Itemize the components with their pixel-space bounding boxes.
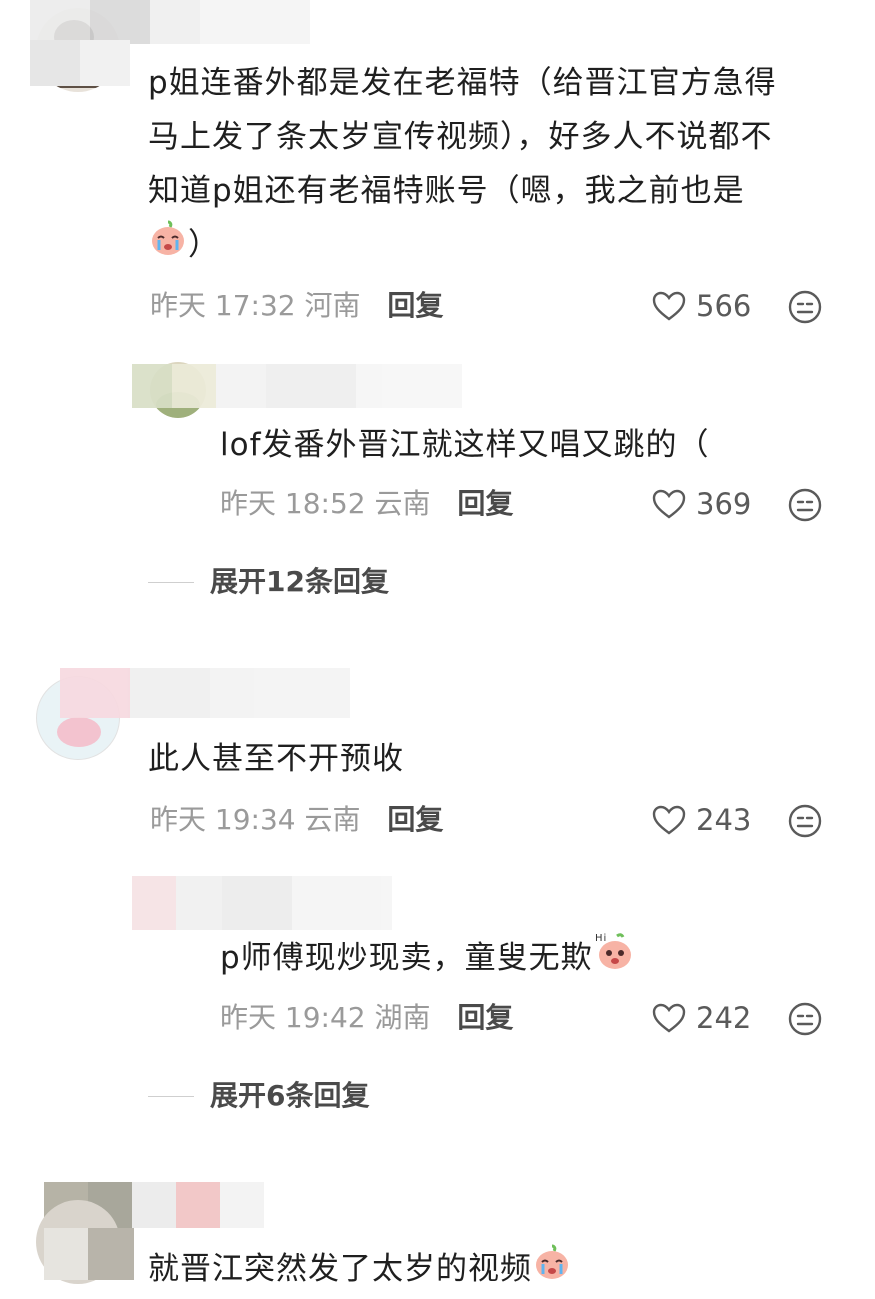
heart-outline-icon bbox=[652, 489, 686, 519]
comment-text-content: 就晋江突然发了太岁的视频 bbox=[148, 1251, 532, 1287]
heart-outline-icon bbox=[652, 1003, 686, 1033]
reply-time: 昨天 18:52 bbox=[220, 487, 366, 520]
svg-text:Hi: Hi bbox=[595, 933, 607, 944]
comment-meta: 昨天 17:32 河南 回复 bbox=[150, 286, 443, 326]
username-blurred[interactable] bbox=[132, 364, 462, 408]
reply-button[interactable]: 回复 bbox=[457, 1001, 513, 1034]
face-neutral-icon[interactable] bbox=[788, 290, 822, 324]
like-count: 566 bbox=[696, 289, 752, 323]
crying-peach-sticker bbox=[532, 1242, 572, 1299]
username-blurred[interactable] bbox=[132, 876, 392, 930]
reply-location: 云南 bbox=[374, 487, 431, 520]
username-blurred[interactable] bbox=[60, 668, 350, 718]
comment-text[interactable]: 此人甚至不开预收 bbox=[148, 732, 404, 786]
username-blurred bbox=[30, 40, 130, 86]
face-neutral-icon[interactable] bbox=[788, 804, 822, 838]
face-neutral-icon[interactable] bbox=[788, 1002, 822, 1036]
username-blurred[interactable] bbox=[30, 0, 310, 44]
reply-time: 昨天 19:42 bbox=[220, 1001, 366, 1034]
comment-time: 昨天 17:32 bbox=[150, 289, 296, 322]
comment-meta: 昨天 19:34 云南 回复 bbox=[150, 800, 443, 840]
expand-replies-button[interactable]: 展开12条回复 bbox=[148, 562, 389, 602]
reply-button[interactable]: 回复 bbox=[457, 487, 513, 520]
reply-text-content: p师傅现炒现卖，童叟无欺 bbox=[220, 940, 593, 976]
like-button[interactable]: 243 bbox=[652, 800, 751, 840]
reply-meta: 昨天 18:52 云南 回复 bbox=[220, 484, 513, 524]
reply-location: 湖南 bbox=[374, 1001, 431, 1034]
divider bbox=[148, 1095, 194, 1097]
reply-button[interactable]: 回复 bbox=[387, 289, 443, 322]
username-blurred bbox=[44, 1228, 134, 1280]
reply-text[interactable]: lof发番外晋江就这样又唱又跳的（ bbox=[220, 418, 710, 472]
reply-button[interactable]: 回复 bbox=[387, 803, 443, 836]
like-count: 243 bbox=[696, 803, 752, 837]
heart-outline-icon bbox=[652, 805, 686, 835]
comment-location: 云南 bbox=[304, 803, 361, 836]
comment-location: 河南 bbox=[304, 289, 361, 322]
like-button[interactable]: 566 bbox=[652, 286, 751, 326]
crying-peach-sticker bbox=[148, 218, 188, 275]
expand-replies-label: 展开12条回复 bbox=[210, 565, 389, 598]
reply-meta: 昨天 19:42 湖南 回复 bbox=[220, 998, 513, 1038]
like-count: 242 bbox=[696, 1001, 752, 1035]
like-count: 369 bbox=[696, 487, 752, 521]
reply-text[interactable]: p师傅现炒现卖，童叟无欺 Hi bbox=[220, 930, 635, 989]
comment-text[interactable]: p姐连番外都是发在老福特（给晋江官方急得 马上发了条太岁宣传视频），好多人不说都… bbox=[148, 56, 848, 275]
face-neutral-icon[interactable] bbox=[788, 488, 822, 522]
expand-replies-button[interactable]: 展开6条回复 bbox=[148, 1076, 369, 1116]
like-button[interactable]: 242 bbox=[652, 998, 751, 1038]
expand-replies-label: 展开6条回复 bbox=[210, 1079, 370, 1112]
heart-outline-icon bbox=[652, 291, 686, 321]
hi-peach-sticker: Hi bbox=[593, 930, 635, 989]
comment-time: 昨天 19:34 bbox=[150, 803, 296, 836]
comment-text[interactable]: 就晋江突然发了太岁的视频 bbox=[148, 1242, 572, 1299]
like-button[interactable]: 369 bbox=[652, 484, 751, 524]
divider bbox=[148, 581, 194, 583]
